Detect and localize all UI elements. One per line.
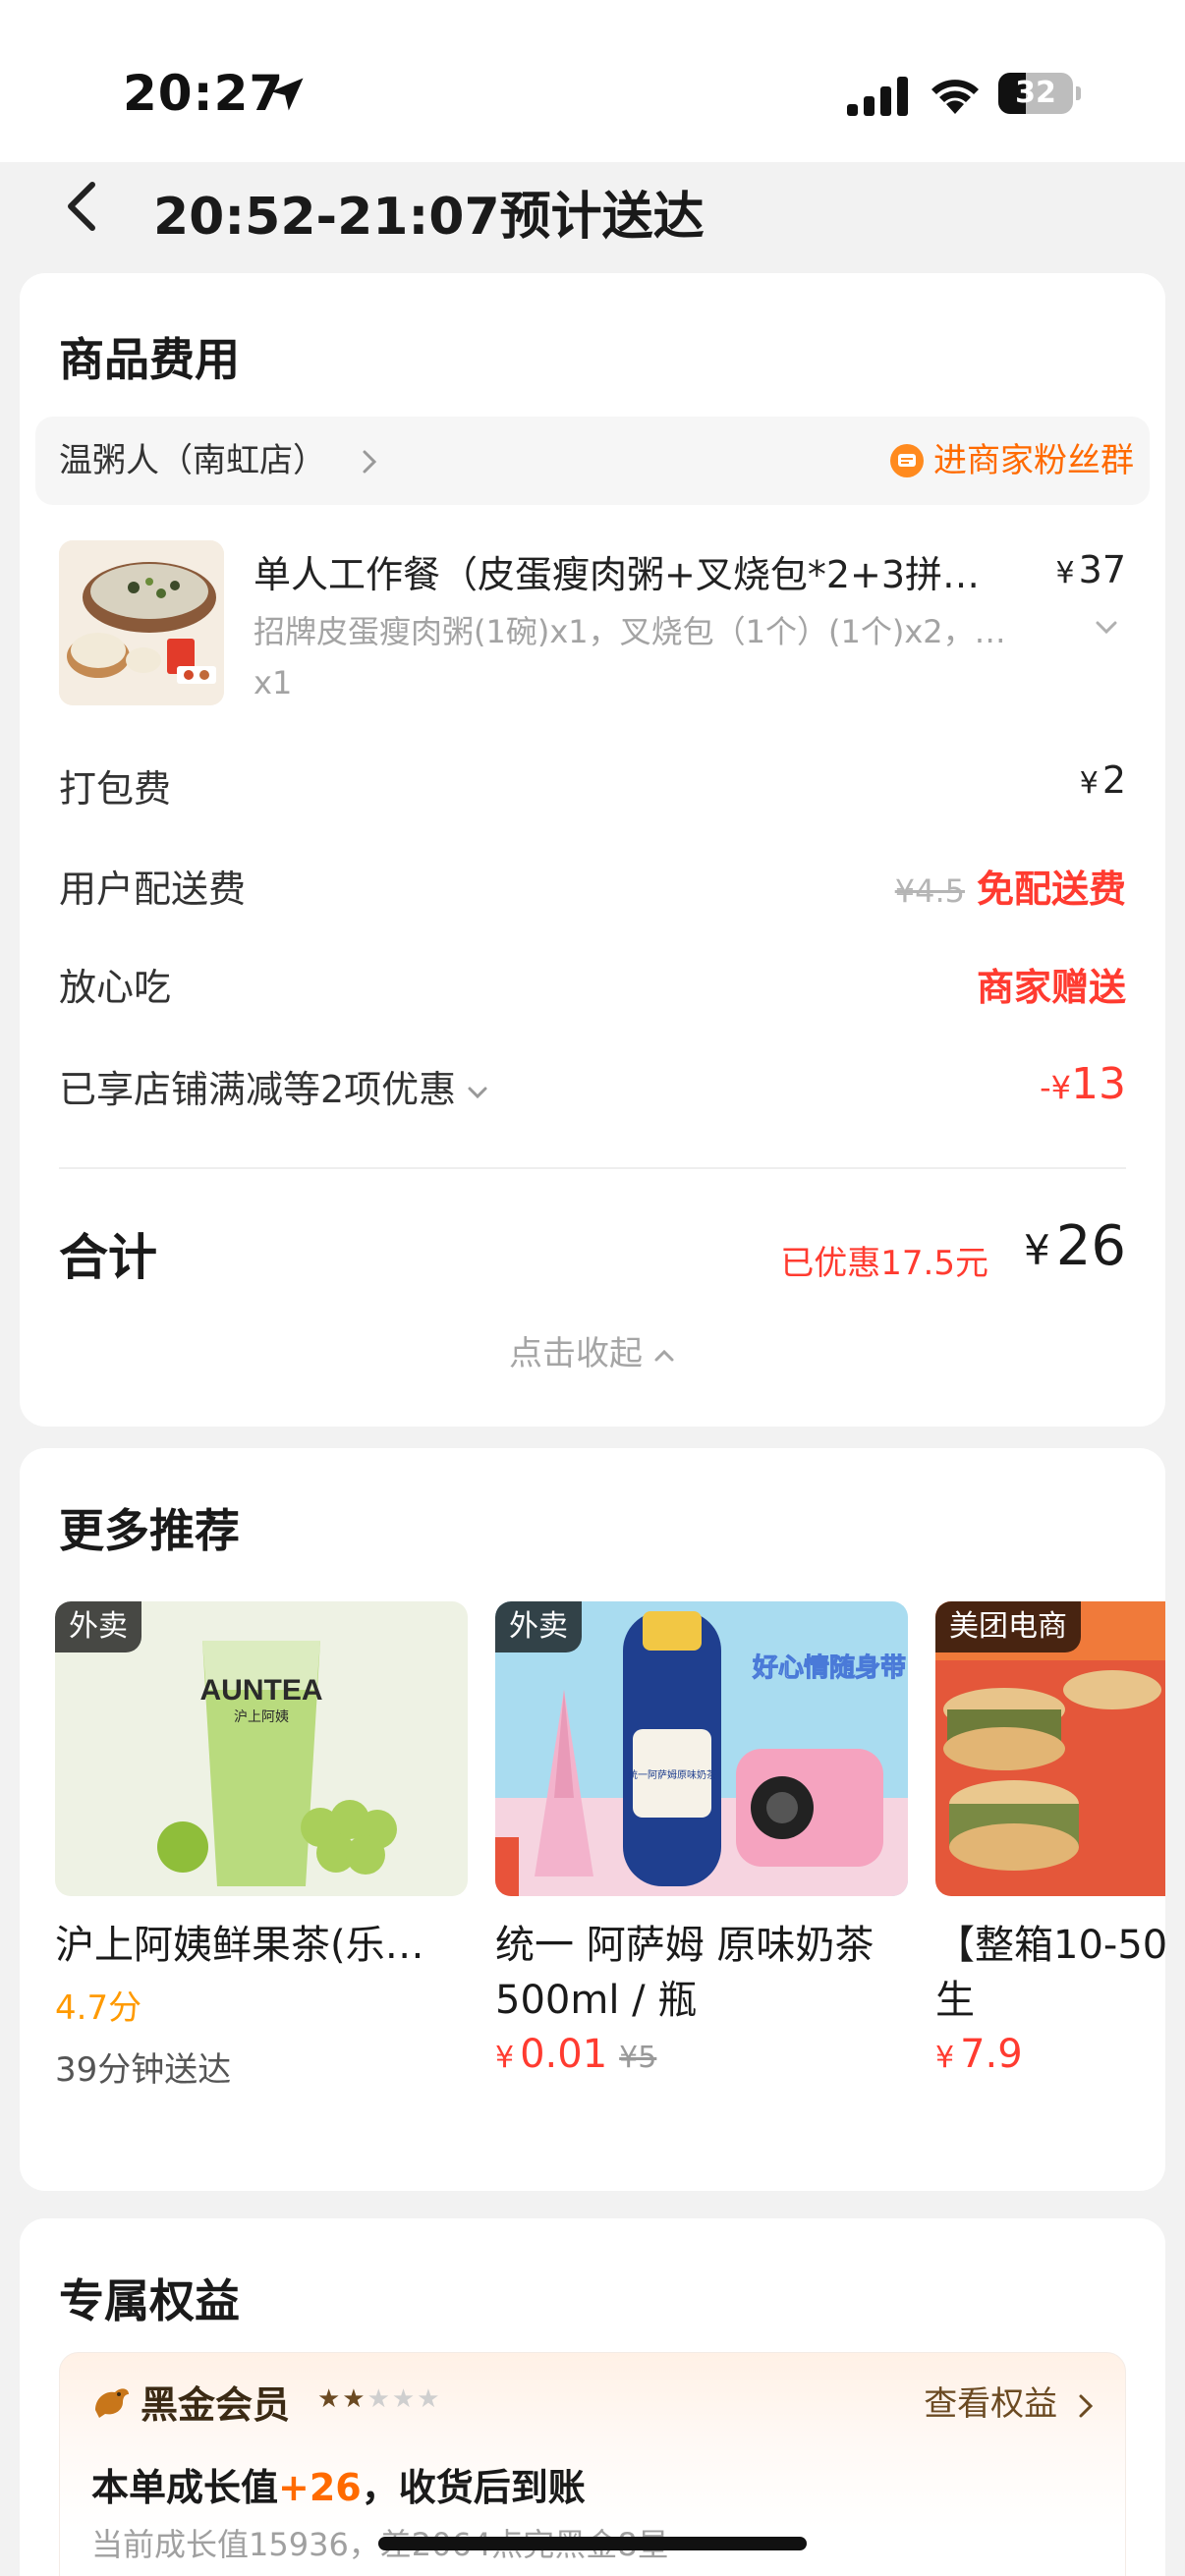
perks-section-title: 专属权益 <box>59 2274 240 2327</box>
collapse-button[interactable]: 点击收起 <box>20 1326 1165 1374</box>
discount-amount: 13 <box>1071 1059 1126 1109</box>
recommend-item[interactable]: 美团电商 【整箱10-50板栗饼 学生 ¥7.9 <box>935 1601 1165 2077</box>
kangaroo-logo-icon <box>95 2388 129 2418</box>
chevron-right-icon <box>363 450 377 474</box>
delivery-original-fee: ¥4.5 <box>894 872 965 910</box>
recommend-card: 更多推荐 AUNTEA 沪上阿姨 外卖 沪上阿姨鲜果茶(乐… 4.7分 39分钟… <box>20 1448 1165 2191</box>
stars-filled: ★★ <box>317 2384 367 2414</box>
price-value: 7.9 <box>960 2032 1023 2077</box>
discount-label: 已享店铺满减等2项优惠 <box>59 1068 457 1111</box>
item-name: 单人工作餐（皮蛋瘦肉粥+叉烧包*2+3拼… <box>254 553 981 596</box>
battery-icon: 32 <box>998 73 1081 116</box>
growth-value: +26 <box>278 2466 362 2509</box>
assurance-label: 放心吃 <box>59 966 172 1009</box>
source-tag: 美团电商 <box>935 1601 1081 1652</box>
yen-symbol: ¥ <box>1079 766 1099 801</box>
yen-symbol: ¥ <box>1055 556 1075 590</box>
status-bar: 20:27 32 20:52-21:07预计送达 <box>0 0 1185 247</box>
total-label: 合计 <box>59 1229 157 1286</box>
fees-card: 商品费用 温粥人（南虹店） 进商家粉丝群 单人工作餐（皮蛋瘦肉粥+叉烧包*2+3… <box>20 273 1165 1427</box>
discount-row[interactable]: 已享店铺满减等2项优惠 <box>59 1059 489 1113</box>
view-perks-link[interactable]: 查看权益 <box>924 2377 1096 2425</box>
home-indicator[interactable] <box>378 2537 807 2550</box>
location-arrow-icon <box>270 78 304 111</box>
packing-fee-label: 打包费 <box>59 767 172 811</box>
battery-level: 32 <box>1015 76 1056 110</box>
divider <box>59 1167 1126 1169</box>
product-image[interactable]: 美团电商 <box>935 1601 1165 1896</box>
page-title: 20:52-21:07预计送达 <box>153 188 705 247</box>
brand-subtext: 沪上阿姨 <box>234 1709 289 1725</box>
product-image[interactable]: AUNTEA 沪上阿姨 外卖 <box>55 1601 468 1896</box>
fan-group-icon <box>890 444 924 477</box>
bottle-label: 统一阿萨姆原味奶茶 <box>628 1768 716 1781</box>
recommend-list[interactable]: AUNTEA 沪上阿姨 外卖 沪上阿姨鲜果茶(乐… 4.7分 39分钟送达 好心… <box>55 1601 1165 2112</box>
item-quantity: x1 <box>254 664 293 701</box>
saved-amount: 已优惠17.5元 <box>780 1244 988 1283</box>
yen-symbol: ¥ <box>1024 1226 1050 1274</box>
packing-fee-amount: 2 <box>1101 758 1126 802</box>
stars-empty: ★★★ <box>367 2384 442 2414</box>
recommend-section-title: 更多推荐 <box>59 1504 240 1557</box>
promo-text: 好心情随身带 <box>752 1652 906 1683</box>
item-spec: 招牌皮蛋瘦肉粥(1碗)x1，叉烧包（1个）(1个)x2，… <box>254 613 1006 650</box>
recommend-item[interactable]: 好心情随身带 统一阿萨姆原味奶茶 外卖 统一 阿萨姆 原味奶茶 500ml / … <box>495 1601 908 2077</box>
shop-row[interactable]: 温粥人（南虹店） 进商家粉丝群 <box>35 417 1150 505</box>
view-perks-label: 查看权益 <box>924 2384 1058 2424</box>
product-price: ¥0.01 ¥5 <box>495 2032 908 2077</box>
congee-image <box>59 540 224 705</box>
vip-star-rating: ★★★★★ <box>317 2384 442 2414</box>
growth-value-line: 本单成长值+26，收货后到账 <box>91 2457 586 2511</box>
growth-suffix: ，收货后到账 <box>361 2466 586 2509</box>
chevron-down-icon <box>468 1087 487 1098</box>
price-value: 0.01 <box>520 2032 608 2077</box>
delivery-fee-value: ¥4.5 免配送费 <box>895 859 1126 913</box>
yen-symbol: ¥ <box>495 2041 515 2075</box>
chevron-down-icon[interactable] <box>1093 617 1120 639</box>
fees-section-title: 商品费用 <box>59 333 240 386</box>
wifi-icon <box>931 80 979 114</box>
free-delivery-text: 免配送费 <box>976 868 1126 911</box>
product-price: ¥7.9 <box>935 2032 1165 2077</box>
shop-name[interactable]: 温粥人（南虹店） <box>59 417 326 505</box>
item-thumbnail <box>59 540 224 705</box>
total-amount: 26 <box>1055 1214 1126 1278</box>
product-name: 【整箱10-50板栗饼 学生 <box>935 1923 1165 2023</box>
item-price: ¥37 <box>1056 548 1126 591</box>
yen-symbol: ¥ <box>935 2041 955 2075</box>
item-price-value: 37 <box>1078 548 1126 591</box>
chevron-right-icon <box>1079 2394 1094 2417</box>
source-tag: 外卖 <box>495 1601 582 1652</box>
assurance-value: 商家赠送 <box>976 966 1126 1009</box>
delivery-fee-label: 用户配送费 <box>59 868 247 911</box>
cellular-signal-icon <box>847 77 908 116</box>
packing-fee-value: ¥2 <box>1080 758 1126 802</box>
recommend-item[interactable]: AUNTEA 沪上阿姨 外卖 沪上阿姨鲜果茶(乐… 4.7分 39分钟送达 <box>55 1601 468 2091</box>
discount-sign: -¥ <box>1040 1069 1071 1106</box>
collapse-label: 点击收起 <box>509 1334 643 1373</box>
product-name: 统一 阿萨姆 原味奶茶 500ml / 瓶 <box>495 1923 875 2023</box>
fans-group-link[interactable]: 进商家粉丝群 <box>933 417 1134 505</box>
product-name: 沪上阿姨鲜果茶(乐… <box>55 1923 424 1968</box>
status-time: 20:27 <box>123 65 285 122</box>
vip-title: 黑金会员 <box>141 2383 291 2427</box>
delivery-time: 39分钟送达 <box>55 2050 232 2090</box>
chevron-up-icon <box>654 1349 674 1361</box>
brand-text: AUNTEA <box>200 1674 323 1707</box>
original-price: ¥5 <box>619 2041 657 2075</box>
perks-card: 专属权益 黑金会员 ★★★★★ 查看权益 本单成长值+26，收货后到账 当前成长… <box>20 2218 1165 2576</box>
back-arrow-icon[interactable] <box>59 177 108 236</box>
product-image[interactable]: 好心情随身带 统一阿萨姆原味奶茶 外卖 <box>495 1601 908 1896</box>
total-value: ¥26 <box>1024 1214 1126 1278</box>
product-rating: 4.7分 <box>55 1988 142 2028</box>
discount-value: -¥13 <box>1040 1059 1126 1109</box>
source-tag: 外卖 <box>55 1601 141 1652</box>
growth-prefix: 本单成长值 <box>91 2466 279 2509</box>
